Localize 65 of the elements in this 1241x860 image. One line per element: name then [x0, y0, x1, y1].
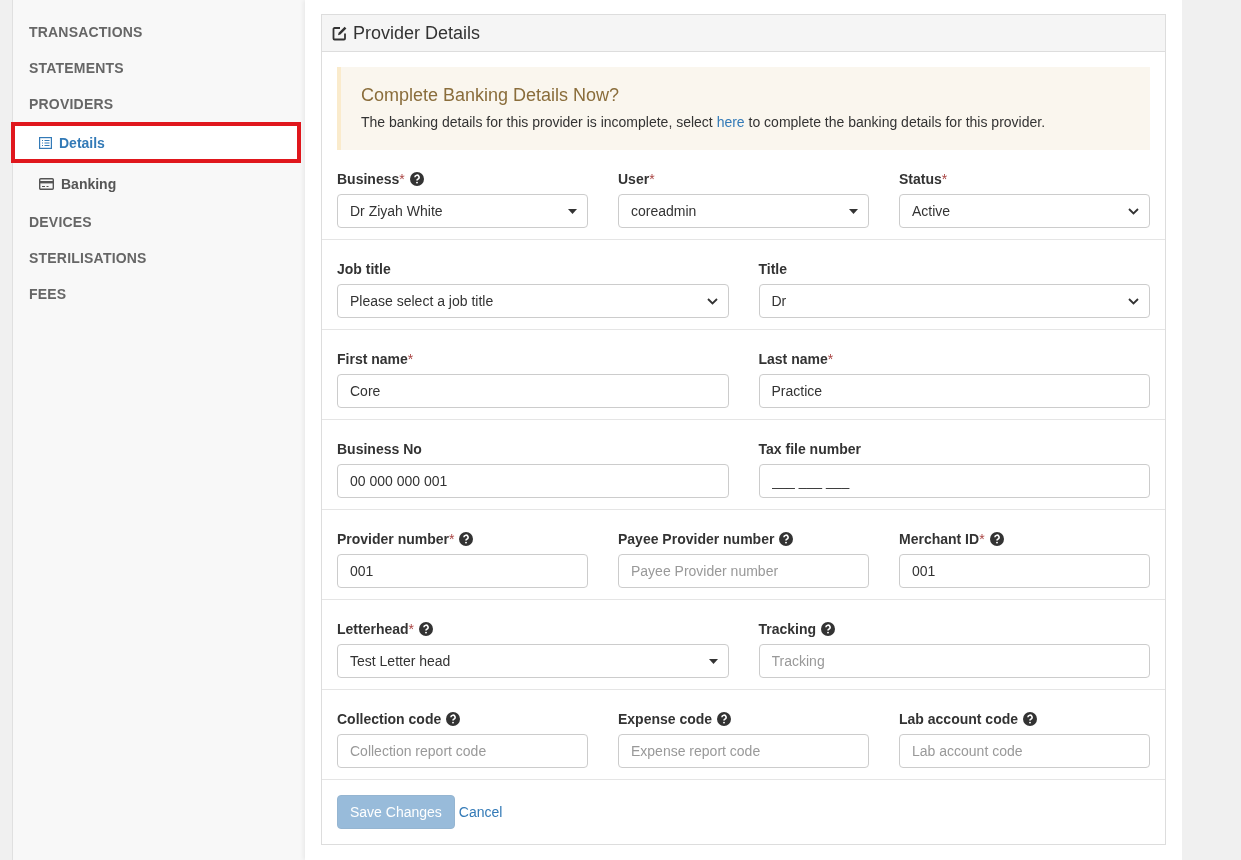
caret-icon: [849, 208, 858, 214]
input-field[interactable]: ___ ___ ___: [758, 464, 1150, 498]
field-label: Last name*: [758, 351, 834, 367]
input-field[interactable]: 00 000 000 001: [337, 464, 729, 498]
alert-heading: Complete Banking Details Now?: [361, 85, 621, 106]
help-icon[interactable]: [779, 532, 794, 546]
sidebar-item[interactable]: FEES: [13, 276, 305, 312]
field-label: Payee Provider number: [618, 531, 775, 547]
chevron-icon: [1128, 297, 1139, 305]
select-field[interactable]: Dr: [758, 284, 1150, 318]
field-label: Business No: [337, 441, 422, 457]
field-label: Lab account code: [899, 711, 1019, 727]
sidebar-subitem[interactable]: Banking: [13, 163, 301, 204]
dropdown-field[interactable]: Test Letter head: [337, 644, 729, 678]
field-label: User*: [618, 171, 655, 187]
select-field[interactable]: Please select a job title: [337, 284, 729, 318]
input-field[interactable]: Collection report code: [337, 734, 588, 768]
field-label: Tracking: [758, 621, 817, 637]
panel-title: Provider Details: [353, 22, 481, 44]
sidebar-item[interactable]: STERILISATIONS: [13, 240, 305, 276]
field-label: Title: [758, 261, 788, 277]
input-field[interactable]: 001: [899, 554, 1150, 588]
sidebar-item[interactable]: PROVIDERS: [13, 86, 305, 122]
list-icon: [39, 136, 52, 149]
chevron-icon: [1128, 207, 1139, 215]
help-icon[interactable]: [717, 712, 732, 726]
input-field[interactable]: Tracking: [758, 644, 1150, 678]
field-label: Expense code: [618, 711, 713, 727]
help-icon[interactable]: [409, 172, 424, 186]
sidebar-item[interactable]: TRANSACTIONS: [13, 14, 305, 50]
help-icon[interactable]: [419, 622, 434, 636]
help-icon[interactable]: [1023, 712, 1038, 726]
edit-icon: [332, 25, 347, 41]
chevron-icon: [706, 297, 718, 305]
help-icon[interactable]: [446, 712, 461, 726]
input-field[interactable]: Expense report code: [618, 734, 869, 768]
dropdown-field[interactable]: coreadmin: [618, 194, 869, 228]
field-label: Merchant ID*: [899, 531, 985, 547]
help-icon[interactable]: [459, 532, 474, 546]
sidebar-subitem[interactable]: Details: [11, 122, 301, 163]
sidebar-item[interactable]: DEVICES: [13, 204, 305, 240]
field-label: Tax file number: [758, 441, 861, 457]
caret-icon: [568, 208, 577, 214]
sidebar-item[interactable]: STATEMENTS: [13, 50, 305, 86]
cancel-link[interactable]: Cancel: [458, 804, 503, 820]
field-label: Job title: [337, 261, 391, 277]
field-label: First name*: [337, 351, 414, 367]
help-icon[interactable]: [821, 622, 836, 636]
here-link[interactable]: here: [716, 114, 745, 130]
card-icon: [39, 177, 54, 190]
field-label: Status*: [899, 171, 948, 187]
field-label: Business*: [337, 171, 405, 187]
input-field[interactable]: Core: [337, 374, 729, 408]
input-field[interactable]: 001: [337, 554, 588, 588]
input-field[interactable]: Lab account code: [899, 734, 1150, 768]
field-label: Provider number*: [337, 531, 455, 547]
alert-text: The banking details for this provider is incomplete, select here to complete the banking details for this provider.: [361, 114, 1047, 130]
input-field[interactable]: Practice: [758, 374, 1150, 408]
select-field[interactable]: Active: [899, 194, 1150, 228]
field-label: Letterhead*: [337, 621, 415, 637]
dropdown-field[interactable]: Dr Ziyah White: [337, 194, 588, 228]
input-field[interactable]: Payee Provider number: [618, 554, 869, 588]
caret-icon: [708, 658, 718, 664]
field-label: Collection code: [337, 711, 442, 727]
help-icon[interactable]: [989, 532, 1004, 546]
